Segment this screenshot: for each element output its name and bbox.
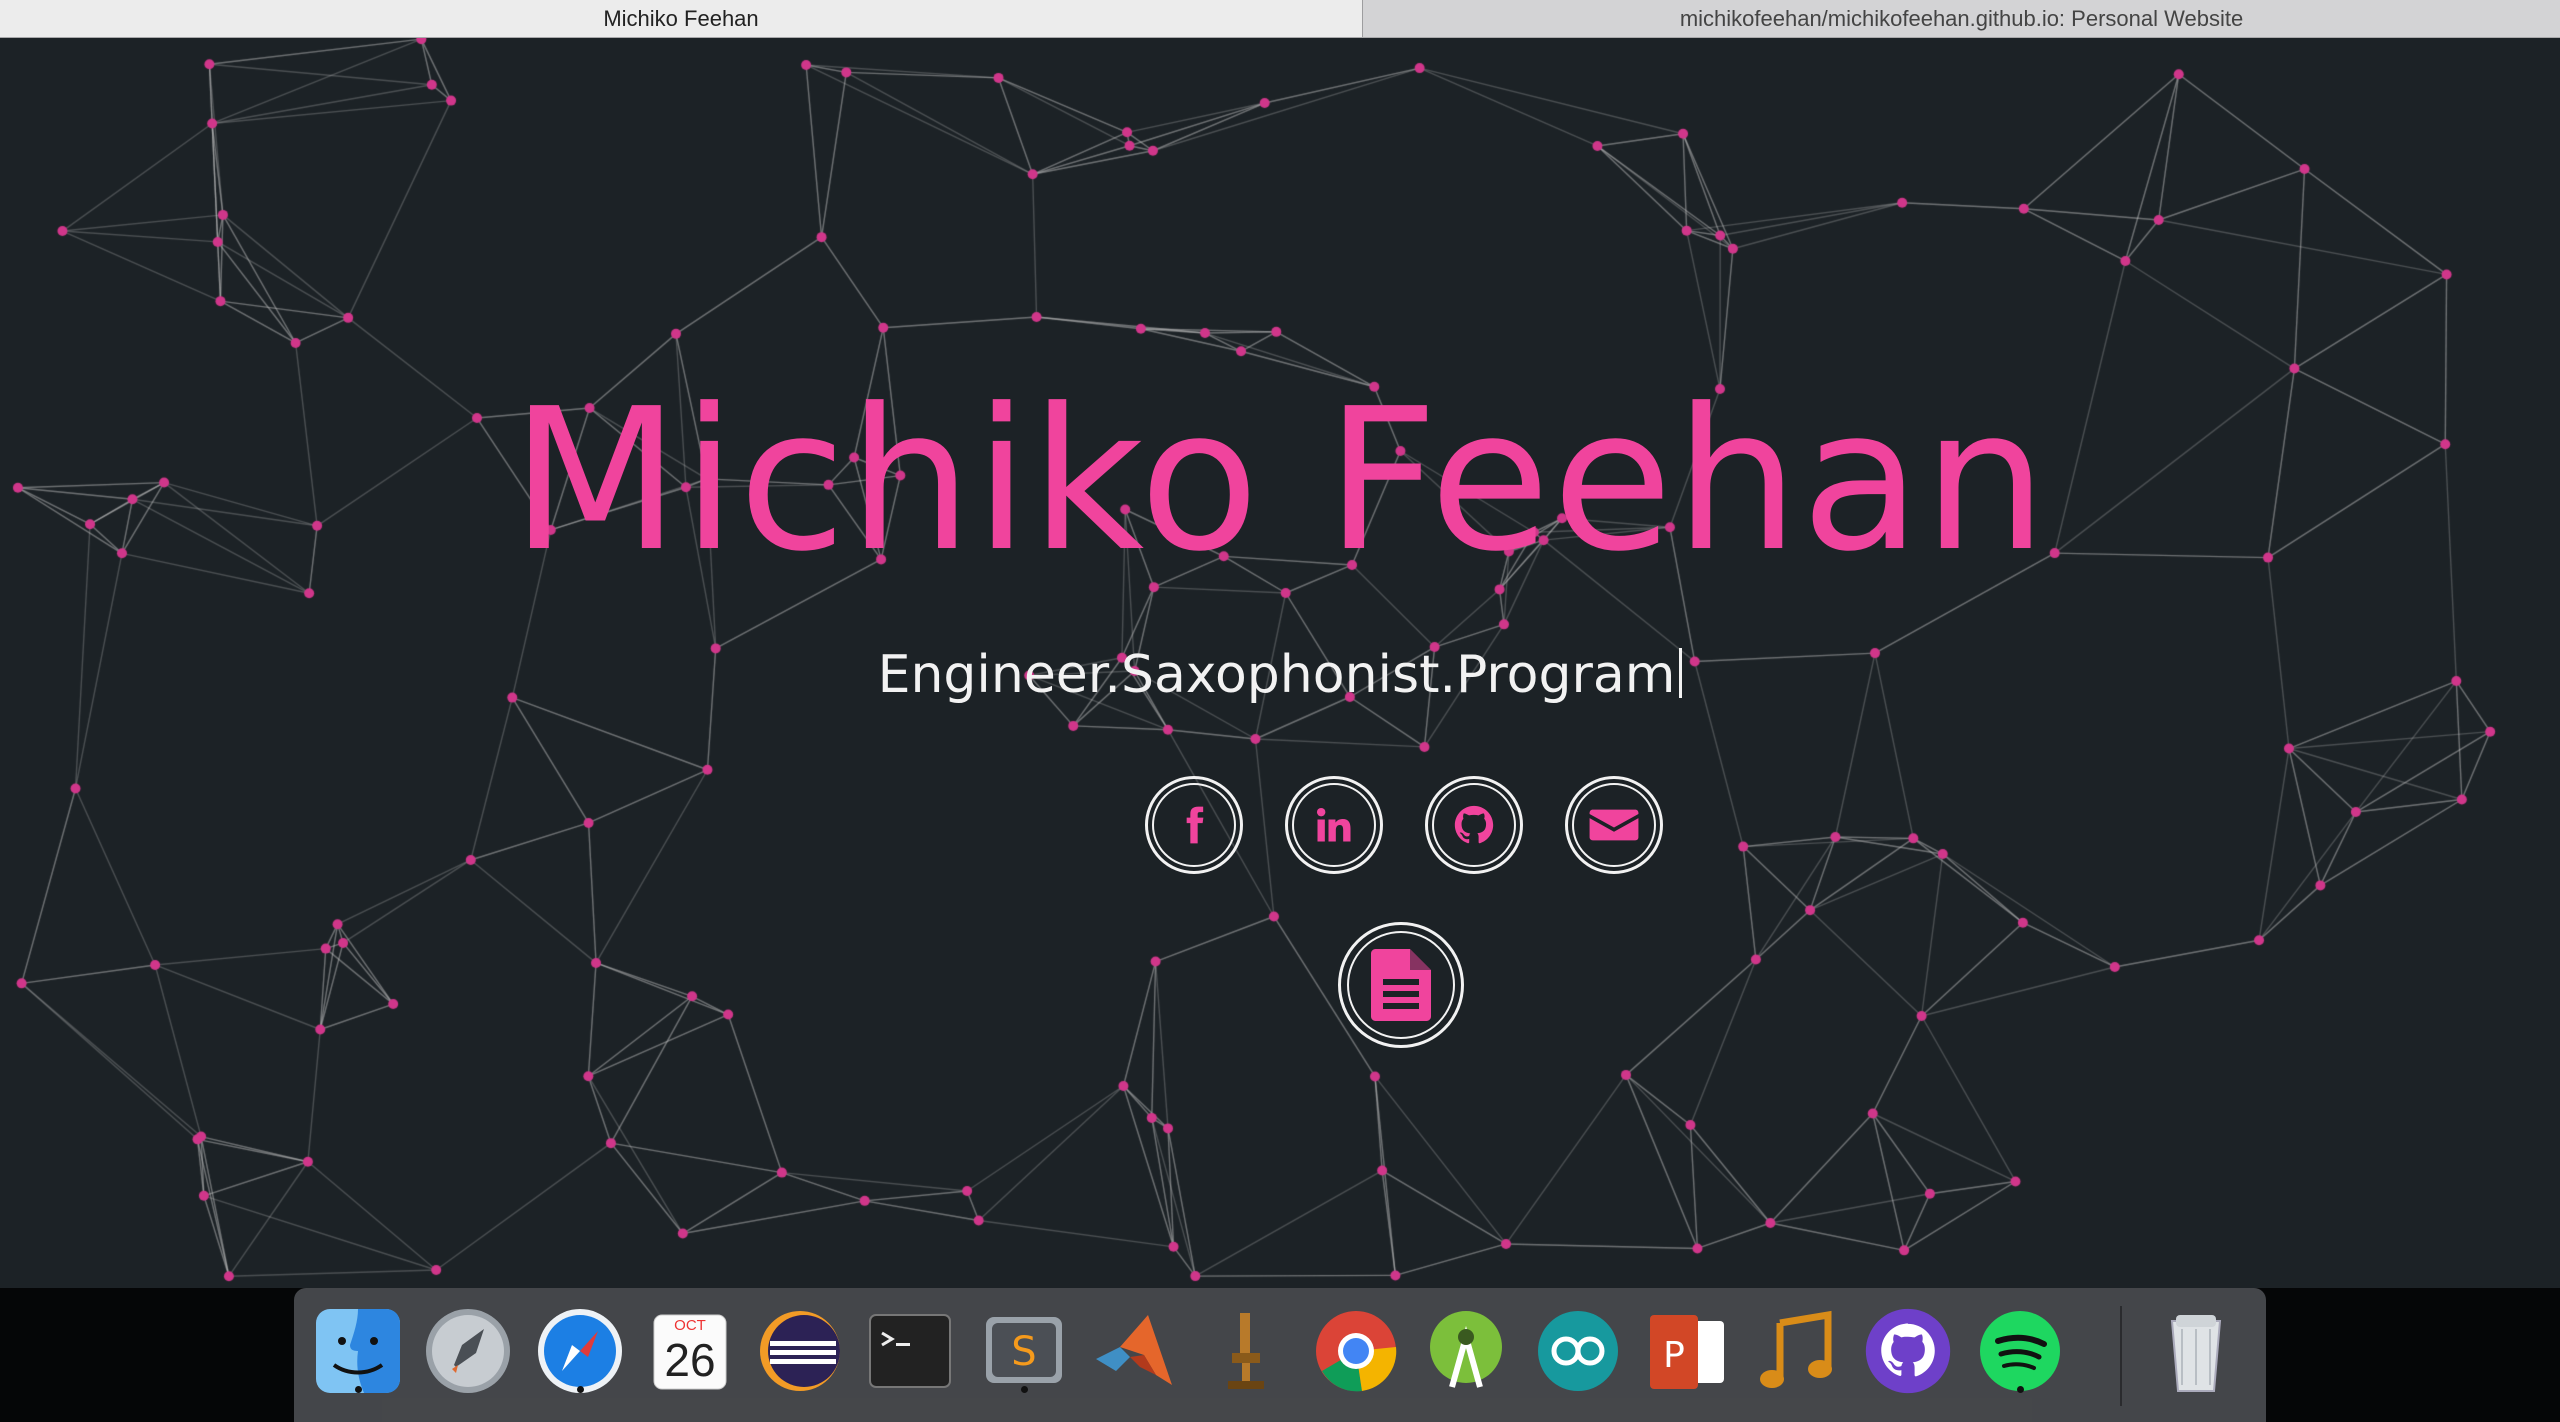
- running-indicator: [1021, 1386, 1028, 1393]
- trash-icon: [2170, 1315, 2222, 1392]
- page-hero-section: Michiko Feehan Engineer.Saxophonist.Prog…: [0, 38, 2560, 1288]
- sublime-text-app[interactable]: S: [978, 1305, 1070, 1397]
- rocket-icon: [426, 1309, 510, 1393]
- android-studio-app[interactable]: [1420, 1305, 1512, 1397]
- github-icon: [1454, 805, 1494, 844]
- page-title: Michiko Feehan: [510, 367, 2050, 595]
- document-icon: [1371, 949, 1431, 1021]
- arduino-icon: [1538, 1311, 1618, 1391]
- terminal-icon: [869, 1314, 951, 1388]
- chrome-app[interactable]: [1310, 1305, 1402, 1397]
- matlab-icon: [1096, 1315, 1172, 1385]
- android-studio-icon: [1430, 1311, 1502, 1388]
- sublime-icon: S: [986, 1317, 1062, 1383]
- powerpoint-icon: P: [1650, 1315, 1724, 1389]
- running-indicator: [2017, 1386, 2024, 1393]
- finder-app[interactable]: [312, 1305, 404, 1397]
- matlab-app[interactable]: [1088, 1305, 1180, 1397]
- chrome-icon: [1316, 1311, 1397, 1392]
- running-indicator: [355, 1386, 362, 1393]
- resume-button[interactable]: [1338, 922, 1464, 1048]
- finder-icon: [316, 1309, 400, 1393]
- github-button[interactable]: [1425, 776, 1523, 874]
- safari-app[interactable]: [534, 1305, 626, 1397]
- arduino-app[interactable]: [1532, 1305, 1624, 1397]
- calendar-month: OCT: [674, 1317, 706, 1334]
- eclipse-icon: [760, 1311, 840, 1391]
- eclipse-app[interactable]: [754, 1305, 846, 1397]
- audio-app[interactable]: [1752, 1305, 1844, 1397]
- linkedin-icon: [1316, 807, 1351, 842]
- microscope-app[interactable]: [1200, 1305, 1292, 1397]
- terminal-app[interactable]: [864, 1305, 956, 1397]
- svg-text:P: P: [1663, 1335, 1685, 1376]
- powerpoint-app[interactable]: P: [1642, 1305, 1734, 1397]
- social-links: [1145, 776, 1663, 874]
- typed-subtitle-text: Engineer.Saxophonist.Program: [877, 645, 1676, 705]
- music-note-icon: [1760, 1310, 1832, 1388]
- compass-icon: [538, 1309, 622, 1393]
- github-desktop-icon: [1865, 1308, 1951, 1394]
- typing-cursor: [1679, 648, 1683, 698]
- browser-tab-bar: Michiko Feehan michikofeehan/michikofeeh…: [0, 0, 2560, 38]
- calendar-day: 26: [664, 1334, 716, 1386]
- browser-tab-github[interactable]: michikofeehan/michikofeehan.github.io: P…: [1363, 0, 2560, 37]
- typed-subtitle: Engineer.Saxophonist.Program: [0, 648, 2560, 701]
- calendar-app[interactable]: OCT 26: [644, 1305, 736, 1397]
- launchpad-app[interactable]: [422, 1305, 514, 1397]
- github-desktop-app[interactable]: [1862, 1305, 1954, 1397]
- trash[interactable]: [2150, 1305, 2242, 1397]
- linkedin-button[interactable]: [1285, 776, 1383, 874]
- dock-separator: [2120, 1306, 2122, 1406]
- dock: OCT 26 S P: [294, 1288, 2266, 1422]
- facebook-button[interactable]: [1145, 776, 1243, 874]
- email-button[interactable]: [1565, 776, 1663, 874]
- browser-tab-active[interactable]: Michiko Feehan: [0, 0, 1363, 37]
- facebook-icon: [1186, 806, 1204, 844]
- running-indicator: [577, 1386, 584, 1393]
- envelope-icon: [1589, 809, 1639, 841]
- spotify-app[interactable]: [1974, 1305, 2066, 1397]
- microscope-icon: [1228, 1313, 1264, 1389]
- svg-text:S: S: [1011, 1329, 1036, 1375]
- spotify-icon: [1980, 1311, 2060, 1391]
